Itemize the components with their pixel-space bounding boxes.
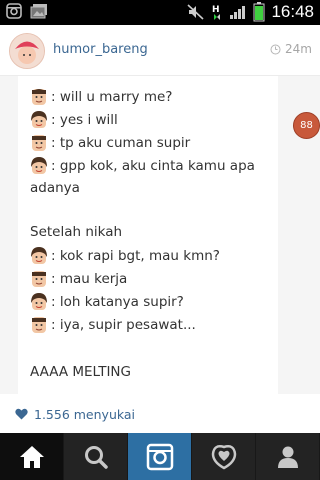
- woman-face-icon: [31, 157, 47, 174]
- dialog-line: : yes i will: [30, 111, 118, 129]
- heart-icon[interactable]: [15, 408, 28, 420]
- line-text: adanya: [30, 180, 80, 196]
- line-text: : yes i will: [51, 112, 118, 128]
- instagram-notification-icon: [6, 3, 22, 19]
- line-text: AAAA MELTING: [30, 364, 131, 380]
- username[interactable]: humor_bareng: [53, 42, 148, 57]
- camera-icon: [146, 443, 173, 470]
- woman-face-icon: [31, 293, 47, 310]
- avatar[interactable]: [9, 33, 45, 69]
- home-icon: [19, 445, 44, 468]
- post-image[interactable]: : will u marry me? : yes i will : tp aku…: [0, 76, 320, 394]
- nav-camera[interactable]: [128, 433, 192, 480]
- man-face-icon: [32, 271, 46, 287]
- signal-icon: [230, 6, 246, 19]
- image-notification-icon: [30, 4, 47, 19]
- activity-heart-icon: [211, 444, 236, 469]
- punchline: AAAA MELTING: [30, 364, 131, 380]
- line-text: Setelah nikah: [30, 224, 123, 240]
- line-text: : gpp kok, aku cinta kamu apa: [51, 158, 255, 174]
- post-timestamp: 24m: [270, 42, 312, 56]
- line-text: : loh katanya supir?: [51, 294, 184, 310]
- line-text: : iya, supir pesawat...: [51, 317, 196, 333]
- dialog-line: : kok rapi bgt, mau kmn?: [30, 247, 220, 265]
- line-text: : will u marry me?: [51, 89, 173, 105]
- timestamp-text: 24m: [285, 42, 312, 56]
- dialog-line: : will u marry me?: [30, 88, 172, 106]
- nav-explore[interactable]: [64, 433, 128, 480]
- likes-row: 1.556 menyukai: [0, 395, 320, 433]
- post-header: humor_bareng 24m: [0, 25, 320, 76]
- man-face-icon: [32, 317, 46, 333]
- woman-face-icon: [31, 247, 47, 264]
- hplus-data-icon: H: [212, 5, 221, 20]
- dialog-line: adanya: [30, 180, 80, 196]
- nav-home[interactable]: [0, 433, 64, 480]
- clock: 16:48: [271, 2, 314, 21]
- dialog-line: : loh katanya supir?: [30, 293, 184, 311]
- section-heading: Setelah nikah: [30, 224, 122, 240]
- dialog-line: : gpp kok, aku cinta kamu apa: [30, 157, 255, 175]
- dialog-line: : tp aku cuman supir: [30, 134, 190, 152]
- status-bar: H 16:48: [0, 0, 320, 25]
- dialog-line: : mau kerja: [30, 270, 127, 288]
- likes-count[interactable]: 1.556 menyukai: [34, 407, 135, 422]
- mute-icon: [187, 4, 204, 20]
- man-face-icon: [32, 135, 46, 151]
- nav-activity[interactable]: [192, 433, 256, 480]
- svg-text:H: H: [212, 5, 220, 15]
- avatar-image: [10, 34, 44, 68]
- profile-icon: [277, 446, 298, 468]
- line-text: : tp aku cuman supir: [51, 135, 191, 151]
- count-badge[interactable]: 88: [293, 112, 320, 139]
- line-text: : mau kerja: [51, 271, 128, 287]
- clock-icon: [270, 44, 281, 54]
- line-text: : kok rapi bgt, mau kmn?: [51, 248, 220, 264]
- bottom-nav: [0, 433, 320, 480]
- man-face-icon: [32, 89, 46, 105]
- battery-icon: [253, 2, 265, 22]
- dialog-line: : iya, supir pesawat...: [30, 316, 196, 334]
- search-icon: [84, 445, 108, 469]
- nav-profile[interactable]: [256, 433, 320, 480]
- woman-face-icon: [31, 111, 47, 128]
